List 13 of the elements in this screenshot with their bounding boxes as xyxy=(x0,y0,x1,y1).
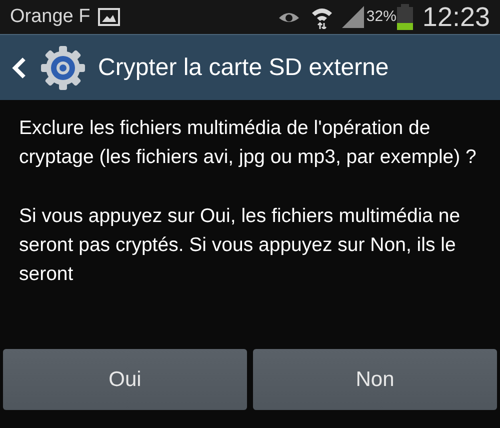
signal-icon xyxy=(342,6,364,28)
dialog-button[interactable]: Non xyxy=(253,349,497,410)
dialog-message: Exclure les fichiers multimédia de l'opération de cryptage (les fichiers avi, jpg ou mp3, par exemple) ? xyxy=(19,116,478,170)
battery-icon xyxy=(396,4,414,30)
back-icon[interactable] xyxy=(12,56,26,78)
clock: 12:23 xyxy=(422,0,490,34)
gear-icon xyxy=(40,44,86,90)
screen-title: Crypter la carte SD externe xyxy=(98,52,389,82)
dialog-button[interactable]: Oui xyxy=(3,349,247,410)
image-icon xyxy=(98,8,120,26)
dialog-message: Si vous appuyez sur Oui, les fichiers multimédia ne seront pas cryptés. Si vous appuyez sur Non, ils le seront xyxy=(19,204,462,287)
battery-percent: 32% xyxy=(366,6,396,27)
carrier-name: Orange F xyxy=(10,4,90,29)
